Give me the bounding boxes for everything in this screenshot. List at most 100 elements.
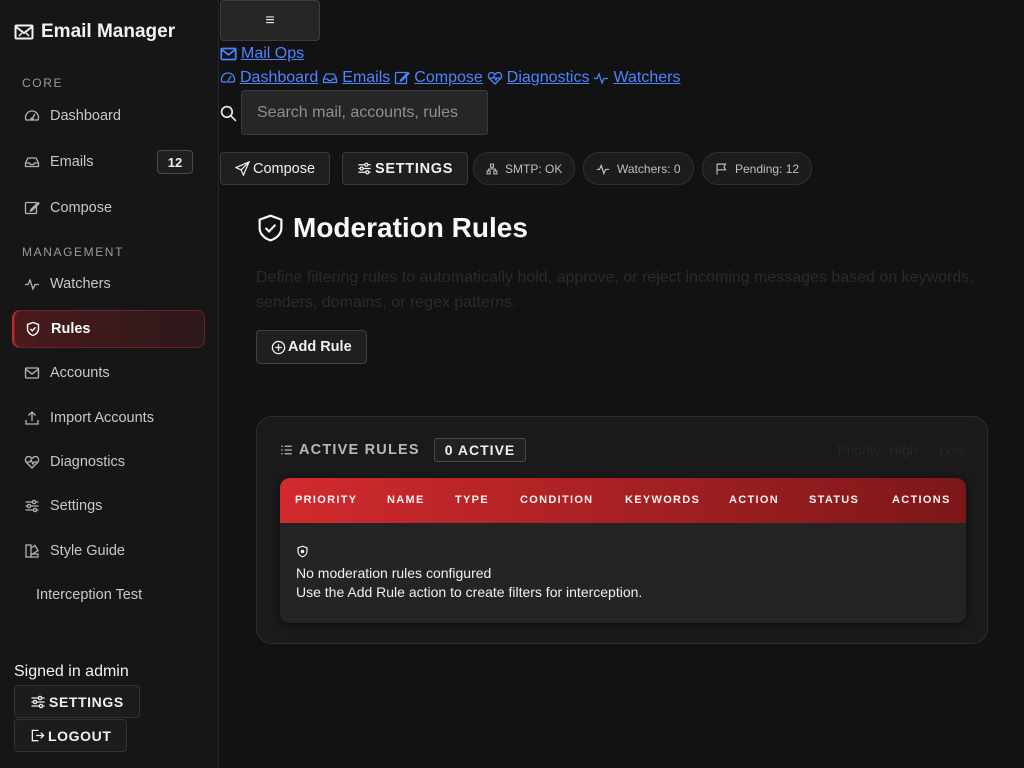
smtp-status-chip: SMTP: OK: [473, 152, 576, 185]
pencil-square-icon: [395, 71, 411, 85]
sidebar-item-compose[interactable]: Compose: [14, 189, 205, 227]
nav-link-label: Dashboard: [240, 69, 319, 86]
page-title-text: Moderation Rules: [293, 212, 528, 243]
sidebar-item-label: Interception Test: [36, 587, 143, 603]
column-header-keywords[interactable]: KEYWORDS: [625, 494, 700, 506]
page-description: Define filtering rules to automatically …: [256, 269, 974, 311]
nav-link-watchers[interactable]: Watchers: [593, 69, 680, 87]
logout-label: LOGOUT: [48, 727, 112, 744]
sliders-icon: [31, 695, 45, 708]
column-header-type[interactable]: TYPE: [455, 494, 489, 506]
sort-hint: Priority: High → Low: [837, 442, 965, 458]
active-rules-heading: ACTIVE RULES: [299, 442, 420, 458]
sidebar-item-label: Import Accounts: [50, 410, 154, 426]
logout-icon: [31, 729, 45, 742]
sidebar-item-label: Settings: [50, 498, 103, 514]
activity-icon: [594, 72, 609, 85]
rules-table: PRIORITY NAME TYPE CONDITION KEYWORDS AC…: [280, 478, 966, 623]
inbox-icon: [323, 73, 338, 84]
gauge-icon: [220, 72, 236, 83]
heart-pulse-icon: [24, 455, 40, 469]
settings-label: SETTINGS: [375, 160, 454, 177]
active-count-badge: 0 ACTIVE: [433, 438, 527, 462]
sidebar-item-label: Diagnostics: [50, 454, 125, 470]
page-title: Moderation Rules: [256, 212, 528, 244]
search-icon: [220, 105, 237, 122]
sidebar-item-rules[interactable]: Rules: [14, 310, 205, 348]
sidebar-item-label: Style Guide: [50, 543, 125, 559]
active-rules-header: ACTIVE RULES 0 ACTIVE: [280, 438, 527, 462]
watchers-status-chip: Watchers: 0: [583, 152, 694, 185]
app-brand-name: Email Manager: [41, 21, 176, 42]
smtp-status-label: SMTP: OK: [505, 161, 563, 176]
inbox-icon: [24, 157, 40, 168]
nav-link-emails[interactable]: Emails: [322, 69, 390, 87]
flag-icon: [716, 163, 727, 175]
sidebar-item-import-accounts[interactable]: Import Accounts: [14, 399, 205, 437]
nav-link-label: Diagnostics: [506, 69, 590, 86]
sliders-icon: [25, 499, 39, 513]
sidebar-settings-button[interactable]: SETTINGS: [14, 685, 140, 718]
sidebar-item-interception-test[interactable]: Interception Test: [14, 576, 205, 614]
sidebar-item-diagnostics[interactable]: Diagnostics: [14, 443, 205, 481]
compose-button[interactable]: Compose: [220, 152, 331, 185]
nav-link-label: Watchers: [613, 69, 681, 86]
pending-status-chip: Pending: 12: [702, 152, 813, 185]
signed-in-text: Signed in admin: [14, 663, 129, 680]
sidebar-item-style-guide[interactable]: Style Guide: [14, 532, 205, 570]
nav-link-label: Compose: [414, 69, 483, 86]
sidebar-settings-label: SETTINGS: [49, 693, 124, 710]
shield-icon: [297, 545, 308, 558]
list-icon: [281, 445, 292, 455]
add-rule-button[interactable]: Add Rule: [256, 330, 367, 364]
pending-status-label: Pending: 12: [735, 161, 800, 176]
watchers-status-label: Watchers: 0: [617, 161, 681, 176]
nav-link-compose[interactable]: Compose: [394, 69, 483, 87]
upload-icon: [25, 411, 39, 425]
sidebar-item-label: Dashboard: [50, 108, 121, 124]
nav-link-dashboard[interactable]: Dashboard: [220, 69, 318, 87]
activity-icon: [25, 278, 39, 291]
heart-pulse-icon: [487, 71, 502, 85]
sidebar-item-label: Watchers: [50, 276, 111, 292]
section-label-core: CORE: [22, 76, 64, 90]
sidebar-item-label: Accounts: [50, 365, 110, 381]
empty-state: No moderation rules configured Use the A…: [296, 545, 642, 602]
envelope-icon: [14, 24, 34, 40]
envelope-icon: [220, 47, 237, 61]
column-header-status[interactable]: STATUS: [809, 494, 859, 506]
sidebar-item-dashboard[interactable]: Dashboard: [14, 97, 205, 135]
envelope-paper-icon: [24, 367, 40, 379]
gauge-icon: [24, 110, 40, 121]
menu-toggle-button[interactable]: ≡: [220, 0, 320, 41]
sidebar-item-settings[interactable]: Settings: [14, 487, 205, 525]
sidebar-item-label: Rules: [51, 321, 91, 337]
settings-button[interactable]: SETTINGS: [342, 152, 469, 185]
plus-circle-icon: [271, 340, 286, 354]
search-input[interactable]: [241, 90, 488, 135]
sidebar: Email Manager CORE Dashboard Emails 12 C…: [0, 0, 219, 768]
app-brand[interactable]: Email Manager: [14, 21, 175, 43]
mail-ops-label: Mail Ops: [241, 45, 305, 62]
section-label-management: MANAGEMENT: [22, 245, 125, 259]
column-header-priority[interactable]: PRIORITY: [295, 494, 357, 506]
sidebar-item-emails[interactable]: Emails 12: [14, 143, 205, 181]
column-header-condition[interactable]: CONDITION: [520, 494, 593, 506]
nav-link-diagnostics[interactable]: Diagnostics: [487, 69, 590, 87]
sidebar-item-watchers[interactable]: Watchers: [14, 265, 205, 303]
column-header-name[interactable]: NAME: [387, 494, 425, 506]
mail-ops-link[interactable]: Mail Ops: [220, 45, 304, 63]
column-header-action[interactable]: ACTION: [729, 494, 779, 506]
activity-icon: [596, 163, 610, 175]
add-rule-label: Add Rule: [288, 339, 352, 355]
sidebar-item-label: Emails: [50, 154, 94, 170]
send-icon: [235, 161, 250, 176]
sliders-icon: [358, 162, 371, 175]
sidebar-item-accounts[interactable]: Accounts: [14, 354, 205, 392]
shield-check-icon: [258, 214, 283, 242]
logout-button[interactable]: LOGOUT: [14, 719, 128, 752]
column-header-actions[interactable]: ACTIONS: [892, 494, 951, 506]
shield-check-icon: [26, 321, 40, 337]
pencil-square-icon: [24, 201, 40, 215]
compose-label: Compose: [253, 160, 316, 177]
